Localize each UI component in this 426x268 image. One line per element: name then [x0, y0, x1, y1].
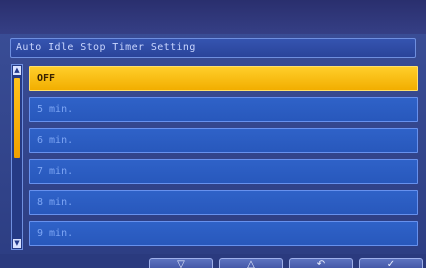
screen: Auto Idle Stop Timer Setting ▲ ▼ OFF 5 m…: [0, 0, 426, 268]
list-item-8-min[interactable]: 8 min.: [29, 190, 418, 215]
scroll-down-icon[interactable]: ▼: [13, 239, 21, 248]
checkmark-icon: ✓: [386, 259, 396, 268]
scroll-down-button[interactable]: ▽: [149, 258, 213, 268]
scroll-up-button[interactable]: △: [219, 258, 283, 268]
list-item-6-min[interactable]: 6 min.: [29, 128, 418, 153]
return-arrow-icon: ↶: [316, 259, 326, 268]
list-item-off[interactable]: OFF: [29, 66, 418, 91]
title-bar: Auto Idle Stop Timer Setting: [10, 38, 416, 58]
back-button[interactable]: ↶: [289, 258, 353, 268]
list-item-label: 5 min.: [37, 104, 74, 115]
list-item-label: 9 min.: [37, 228, 74, 239]
top-status-bar: [0, 0, 426, 34]
list-item-label: 6 min.: [37, 135, 74, 146]
triangle-up-icon: △: [247, 259, 255, 268]
scroll-up-icon[interactable]: ▲: [13, 66, 21, 75]
scrollbar[interactable]: ▲ ▼: [11, 64, 23, 250]
page-title: Auto Idle Stop Timer Setting: [16, 42, 196, 53]
confirm-button[interactable]: ✓: [359, 258, 423, 268]
timer-option-list: OFF 5 min. 6 min. 7 min. 8 min. 9 min.: [29, 66, 418, 252]
list-item-label: OFF: [37, 73, 56, 84]
list-item-5-min[interactable]: 5 min.: [29, 97, 418, 122]
list-item-7-min[interactable]: 7 min.: [29, 159, 418, 184]
list-item-label: 8 min.: [37, 197, 74, 208]
scroll-thumb[interactable]: [14, 78, 20, 158]
triangle-down-icon: ▽: [177, 259, 185, 268]
list-item-label: 7 min.: [37, 166, 74, 177]
list-item-9-min[interactable]: 9 min.: [29, 221, 418, 246]
